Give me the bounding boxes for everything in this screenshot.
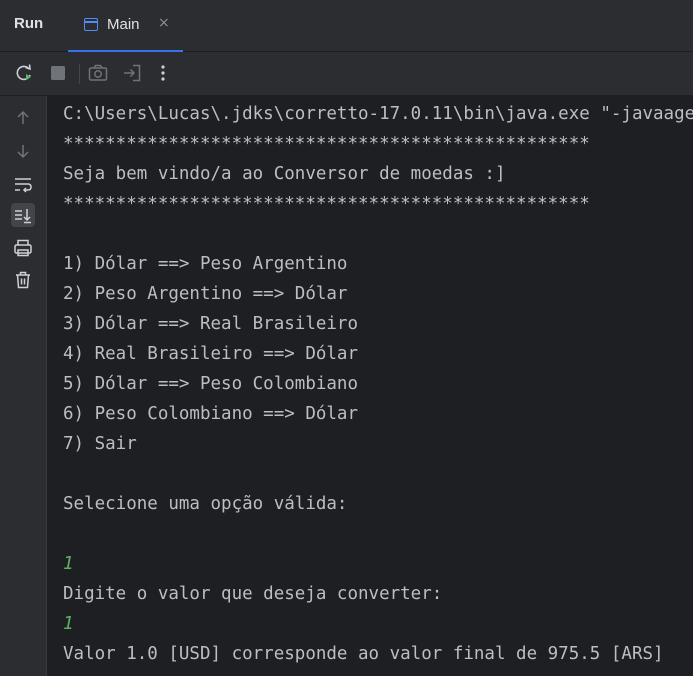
- console-output[interactable]: C:\Users\Lucas\.jdks\corretto-17.0.11\bi…: [48, 96, 693, 676]
- console-line: 7) Sair: [63, 434, 137, 454]
- screenshot-button[interactable]: [87, 62, 109, 84]
- scroll-up-icon: [17, 110, 29, 124]
- console-line: 3) Dólar ==> Real Brasileiro: [63, 314, 359, 334]
- tab-main-label: Main: [107, 16, 140, 33]
- trash-icon: [16, 271, 30, 289]
- scroll-to-end-icon: [15, 209, 31, 224]
- more-vertical-icon: [161, 65, 165, 81]
- scroll-up-button[interactable]: [11, 106, 35, 130]
- attach-icon: [124, 64, 141, 82]
- console-line: 1) Dólar ==> Peso Argentino: [63, 254, 348, 274]
- run-panel-title: Run: [14, 15, 44, 32]
- run-tool-window-header: Run Main ×: [0, 0, 693, 52]
- stop-button[interactable]: [47, 62, 69, 84]
- console-line: ****************************************…: [63, 194, 590, 214]
- console-line: 6) Peso Colombiano ==> Dólar: [63, 404, 359, 424]
- close-icon[interactable]: ×: [158, 15, 170, 31]
- scroll-to-end-button[interactable]: [11, 203, 35, 227]
- rerun-icon: [16, 64, 31, 81]
- rerun-button[interactable]: [13, 62, 35, 84]
- console-sidebar: [0, 96, 47, 676]
- console-user-input-line: 1: [63, 554, 74, 574]
- console-line: 2) Peso Argentino ==> Dólar: [63, 284, 348, 304]
- console-line: 4) Real Brasileiro ==> Dólar: [63, 344, 359, 364]
- soft-wrap-button[interactable]: [11, 172, 35, 196]
- print-icon: [14, 239, 32, 257]
- attach-button[interactable]: [121, 62, 143, 84]
- console-line: Digite o valor que deseja converter:: [63, 584, 443, 604]
- application-window-icon: [84, 18, 98, 31]
- print-button[interactable]: [11, 236, 35, 260]
- tab-main[interactable]: Main ×: [68, 0, 183, 52]
- scroll-down-button[interactable]: [11, 139, 35, 163]
- console-line: Seja bem vindo/a ao Conversor de moedas …: [63, 164, 506, 184]
- console-user-input-line: 1: [63, 614, 74, 634]
- run-toolbar: [0, 52, 693, 96]
- screenshot-icon: [88, 64, 108, 81]
- console-line: C:\Users\Lucas\.jdks\corretto-17.0.11\bi…: [63, 104, 693, 124]
- soft-wrap-icon: [15, 178, 32, 193]
- console-line: Valor 1.0 [USD] corresponde ao valor fin…: [63, 644, 664, 664]
- console-line: 5) Dólar ==> Peso Colombiano: [63, 374, 359, 394]
- stop-icon: [51, 66, 65, 80]
- scroll-down-icon: [17, 145, 29, 159]
- console-line: ****************************************…: [63, 134, 590, 154]
- more-options-button[interactable]: [152, 62, 174, 84]
- console-line: Selecione uma opção válida:: [63, 494, 348, 514]
- toolbar-separator: [79, 64, 80, 84]
- clear-all-button[interactable]: [11, 268, 35, 292]
